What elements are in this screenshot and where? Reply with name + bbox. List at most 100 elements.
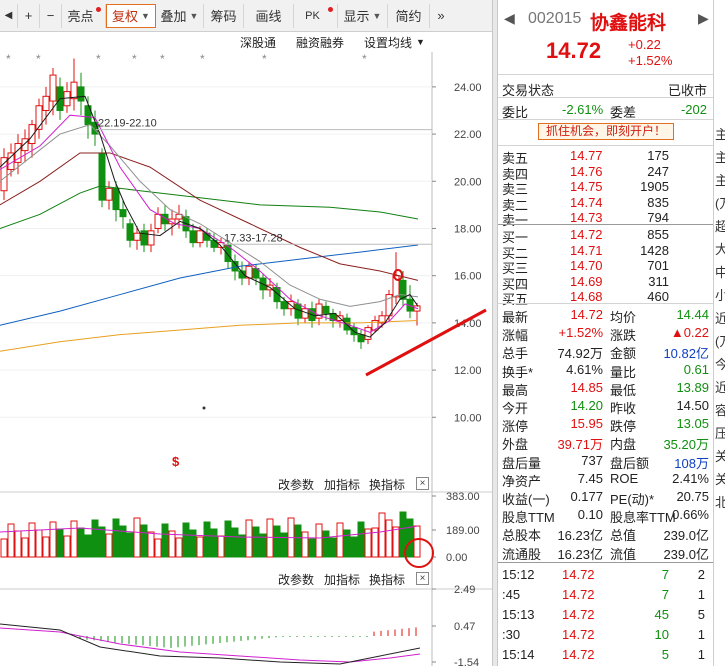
zoom-out-button[interactable]: − (40, 3, 62, 28)
open-account-banner[interactable]: 抓住机会，即刻开户！ (538, 123, 674, 140)
volume-bar[interactable] (56, 528, 64, 558)
overlay-dropdown[interactable]: 叠加 ▼ (156, 3, 204, 28)
prev-stock-icon[interactable]: ◀ (504, 10, 515, 27)
down-candle[interactable] (280, 301, 288, 310)
macd-add-indicator-link[interactable]: 加指标 (324, 571, 360, 588)
macd-edit-params-link[interactable]: 改参数 (278, 571, 314, 588)
up-candle[interactable] (154, 213, 162, 229)
up-candle[interactable] (21, 138, 29, 152)
volume-bar[interactable] (70, 520, 78, 558)
pk-button[interactable]: PK (294, 3, 338, 28)
volume-bar[interactable] (175, 537, 183, 558)
volume-bar[interactable] (392, 526, 400, 558)
up-candle[interactable] (42, 95, 50, 111)
vol-edit-params-link[interactable]: 改参数 (278, 476, 314, 493)
volume-bar[interactable] (196, 536, 204, 558)
volume-bar[interactable] (224, 520, 232, 558)
down-candle[interactable] (189, 230, 197, 244)
volume-bar[interactable] (294, 524, 302, 558)
volume-bar[interactable] (77, 527, 85, 558)
volume-bar[interactable] (49, 521, 57, 558)
zoom-in-button[interactable]: + (18, 3, 40, 28)
down-candle[interactable] (119, 209, 127, 218)
volume-bar[interactable] (280, 532, 288, 558)
volume-bar[interactable] (126, 532, 134, 558)
volume-bar[interactable] (273, 525, 281, 558)
volume-bar[interactable] (105, 533, 113, 558)
up-candle[interactable] (35, 105, 43, 130)
up-candle[interactable] (133, 232, 141, 241)
volume-bar[interactable] (357, 521, 365, 558)
volume-bar[interactable] (189, 529, 197, 558)
volume-bar[interactable] (63, 535, 71, 558)
volume-bar[interactable] (98, 526, 106, 558)
volume-bar[interactable] (217, 535, 225, 558)
volume-bar[interactable] (315, 523, 323, 558)
volume-bar[interactable] (140, 524, 148, 558)
volume-bar[interactable] (350, 536, 358, 558)
fuquan-dropdown[interactable]: 复权 ▼ (106, 3, 156, 28)
volume-bar[interactable] (245, 519, 253, 558)
volume-bar[interactable] (203, 521, 211, 558)
volume-bar[interactable] (42, 536, 50, 558)
vol-add-indicator-link[interactable]: 加指标 (324, 476, 360, 493)
volume-bar[interactable] (182, 522, 190, 558)
volume-bar[interactable] (413, 525, 421, 558)
volume-bar[interactable] (14, 530, 22, 558)
volume-bar[interactable] (21, 537, 29, 558)
up-candle[interactable] (70, 81, 78, 100)
volume-bar[interactable] (343, 529, 351, 558)
down-candle[interactable] (126, 223, 134, 241)
prev-arrow-button[interactable]: ◀ (0, 3, 18, 28)
down-candle[interactable] (112, 187, 120, 211)
volume-bar[interactable] (301, 531, 309, 558)
simple-button[interactable]: 简约 (388, 3, 430, 28)
display-dropdown[interactable]: 显示 ▼ (338, 3, 388, 28)
volume-bar[interactable] (154, 538, 162, 558)
vol-close-icon[interactable]: × (416, 477, 429, 490)
macd-switch-indicator-link[interactable]: 换指标 (369, 571, 405, 588)
volume-bar[interactable] (378, 512, 386, 558)
chips-button[interactable]: 筹码 (204, 3, 244, 28)
up-candle[interactable] (147, 230, 155, 246)
up-candle[interactable] (0, 157, 8, 192)
volume-bar[interactable] (322, 530, 330, 558)
up-candle[interactable] (196, 230, 204, 244)
down-candle[interactable] (98, 152, 106, 201)
volume-bar[interactable] (252, 526, 260, 558)
volume-bar[interactable] (336, 522, 344, 558)
volume-bar[interactable] (7, 523, 15, 558)
volume-bar[interactable] (161, 523, 169, 558)
down-candle[interactable] (294, 303, 302, 319)
more-button[interactable]: » (430, 4, 452, 28)
volume-bar[interactable] (210, 528, 218, 558)
draw-line-button[interactable]: 画线 (244, 3, 294, 28)
vol-switch-indicator-link[interactable]: 换指标 (369, 476, 405, 493)
stat-row: 涨幅 +1.52% 涨跌 ▲0.22 (502, 325, 709, 344)
down-candle[interactable] (357, 334, 365, 343)
next-stock-icon[interactable]: ▶ (698, 10, 709, 27)
volume-bar[interactable] (406, 518, 414, 558)
down-candle[interactable] (322, 305, 330, 314)
volume-bar[interactable] (329, 537, 337, 558)
macd-close-icon[interactable]: × (416, 572, 429, 585)
volume-bar[interactable] (91, 519, 99, 558)
volume-bar[interactable] (28, 522, 36, 558)
volume-bar[interactable] (308, 538, 316, 558)
up-candle[interactable] (364, 327, 372, 340)
up-candle[interactable] (49, 74, 57, 102)
highlight-button[interactable]: 亮点 (62, 3, 106, 28)
volume-bar[interactable] (238, 534, 246, 558)
volume-bar[interactable] (112, 518, 120, 558)
volume-bar[interactable] (385, 519, 393, 558)
volume-bar[interactable] (84, 534, 92, 558)
volume-bar[interactable] (0, 538, 8, 558)
up-candle[interactable] (105, 187, 113, 201)
volume-bar[interactable] (35, 529, 43, 558)
volume-bar[interactable] (133, 517, 141, 558)
volume-bar[interactable] (266, 518, 274, 558)
volume-bar[interactable] (231, 527, 239, 558)
volume-bar[interactable] (147, 531, 155, 558)
down-candle[interactable] (77, 86, 85, 102)
stat-row: 今开 14.20 昨收 14.50 (502, 398, 709, 416)
